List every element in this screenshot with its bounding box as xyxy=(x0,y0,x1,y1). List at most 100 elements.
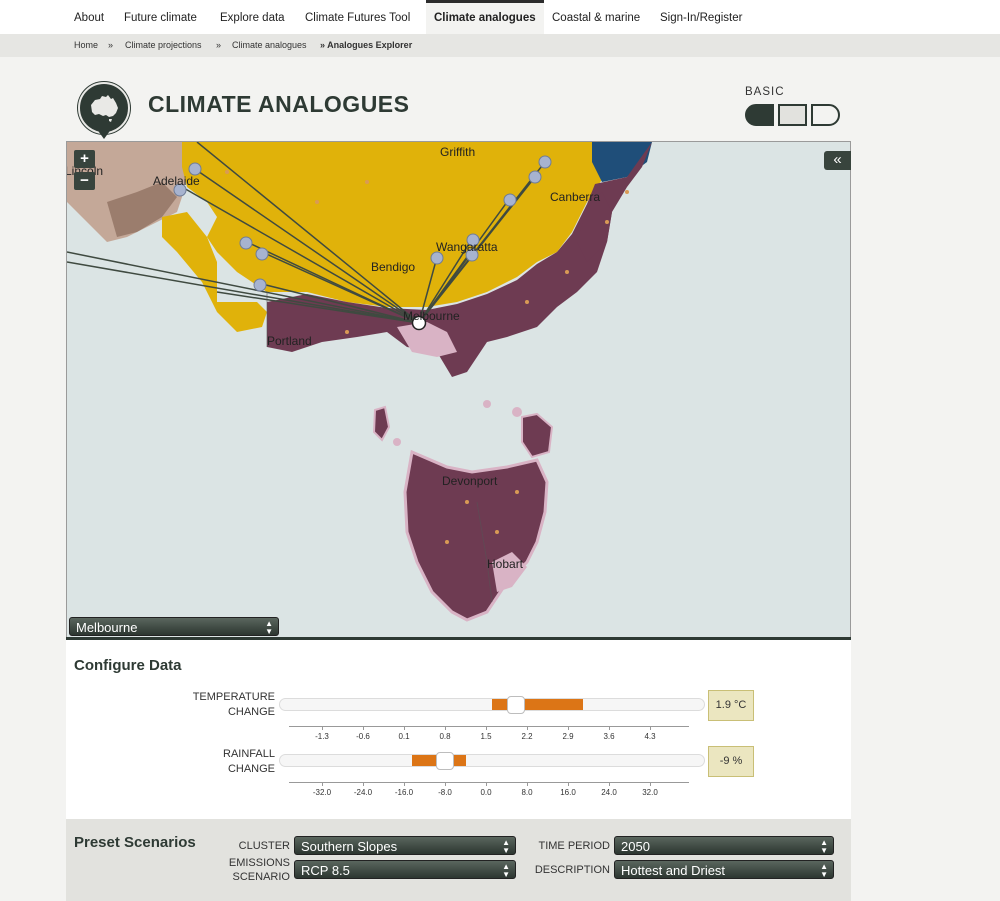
description-label: DESCRIPTION xyxy=(534,864,610,876)
nav-coastal-marine[interactable]: Coastal & marine xyxy=(552,0,640,34)
rainfall-tick-mark xyxy=(650,782,651,786)
nav-climate-analogues[interactable]: Climate analogues xyxy=(426,0,544,34)
rainfall-value-box: -9 % xyxy=(708,746,754,777)
select-arrows-icon: ▲ ▼ xyxy=(265,619,273,636)
collapse-panel-button[interactable]: « xyxy=(824,151,851,170)
cluster-label: CLUSTER xyxy=(238,840,290,852)
zoom-in-button[interactable]: + xyxy=(74,150,95,168)
temperature-change-label: TEMPERATURE CHANGE xyxy=(180,690,275,720)
rainfall-tick-mark xyxy=(322,782,323,786)
cluster-select-value: Southern Slopes xyxy=(301,839,398,854)
emissions-label-line1: EMISSIONS xyxy=(228,857,290,869)
breadcrumb-home[interactable]: Home xyxy=(74,34,98,57)
breadcrumb-separator: » xyxy=(108,40,114,50)
nav-explore-data[interactable]: Explore data xyxy=(220,0,285,34)
temperature-tick-label: 2.2 xyxy=(521,732,533,741)
top-navigation: About Future climate Explore data Climat… xyxy=(0,0,1000,34)
temperature-tick-mark xyxy=(486,726,487,730)
rainfall-tick-label: 16.0 xyxy=(560,788,576,797)
mode-advanced-button[interactable] xyxy=(811,104,840,126)
location-select[interactable]: Melbourne ▲ ▼ xyxy=(69,617,279,636)
emissions-scenario-label: EMISSIONS SCENARIO xyxy=(200,856,290,884)
rainfall-tick-axis xyxy=(289,782,689,783)
rainfall-tick-mark xyxy=(568,782,569,786)
emissions-select-value: RCP 8.5 xyxy=(301,863,350,878)
logo-pin-tip xyxy=(96,128,112,139)
temperature-tick-label: 2.9 xyxy=(562,732,574,741)
description-select[interactable]: Hottest and Driest ▲ ▼ xyxy=(614,860,834,879)
zoom-out-button[interactable]: − xyxy=(74,172,95,190)
temperature-tick-mark xyxy=(527,726,528,730)
australia-logo-icon xyxy=(78,82,130,134)
temperature-tick-mark xyxy=(609,726,610,730)
breadcrumb-separator: » xyxy=(216,40,222,50)
time-period-select-value: 2050 xyxy=(621,839,650,854)
rainfall-label-line2: CHANGE xyxy=(227,763,275,775)
rainfall-tick-mark xyxy=(445,782,446,786)
place-label-melbourne: Melbourne xyxy=(403,309,460,323)
location-select-value: Melbourne xyxy=(76,620,138,635)
temperature-tick-label: 4.3 xyxy=(644,732,656,741)
rainfall-tick-mark xyxy=(363,782,364,786)
rainfall-tick-label: 32.0 xyxy=(642,788,658,797)
rainfall-tick-label: -16.0 xyxy=(394,788,414,797)
place-label-canberra: Canberra xyxy=(550,190,601,204)
rainfall-tick-mark xyxy=(527,782,528,786)
breadcrumb: Home » Climate projections » Climate ana… xyxy=(0,34,1000,57)
rainfall-tick-label: 8.0 xyxy=(521,788,533,797)
nav-sign-in-register[interactable]: Sign-In/Register xyxy=(660,0,742,34)
cluster-select[interactable]: Southern Slopes ▲ ▼ xyxy=(294,836,516,855)
mode-basic-button[interactable] xyxy=(745,104,774,126)
configure-data-title: Configure Data xyxy=(74,657,182,674)
temperature-value-box: 1.9 °C xyxy=(708,690,754,721)
rainfall-tick-label: -24.0 xyxy=(353,788,373,797)
nav-climate-futures-tool[interactable]: Climate Futures Tool xyxy=(305,0,410,34)
rainfall-tick-label: 24.0 xyxy=(601,788,617,797)
temperature-tick-label: 0.1 xyxy=(398,732,410,741)
temperature-tick-label: 3.6 xyxy=(603,732,615,741)
mode-intermediate-button[interactable] xyxy=(778,104,807,126)
temperature-label-line1: TEMPERATURE xyxy=(192,691,275,703)
temperature-tick-label: -0.6 xyxy=(356,732,370,741)
temperature-tick-mark xyxy=(650,726,651,730)
place-label-devonport: Devonport xyxy=(442,474,498,488)
temperature-tick-mark xyxy=(363,726,364,730)
description-select-value: Hottest and Driest xyxy=(621,863,726,878)
analogue-map[interactable]: Griffith Adelaide Canberra Wangaratta Be… xyxy=(66,141,851,638)
temperature-tick-mark xyxy=(404,726,405,730)
emissions-label-line2: SCENARIO xyxy=(232,871,290,883)
rainfall-tick-mark xyxy=(486,782,487,786)
page-title: CLIMATE ANALOGUES xyxy=(148,91,410,117)
breadcrumb-climate-projections[interactable]: Climate projections xyxy=(125,34,202,57)
place-label-wangaratta: Wangaratta xyxy=(436,240,498,254)
temperature-tick-label: 1.5 xyxy=(480,732,492,741)
rainfall-tick-mark xyxy=(609,782,610,786)
breadcrumb-climate-analogues[interactable]: Climate analogues xyxy=(232,34,307,57)
place-label-bendigo: Bendigo xyxy=(371,260,416,274)
temperature-slider-handle[interactable] xyxy=(507,696,525,714)
time-period-label: TIME PERIOD xyxy=(538,840,610,852)
preset-scenarios-title: Preset Scenarios xyxy=(74,834,196,851)
temperature-tick-axis xyxy=(289,726,689,727)
nav-future-climate[interactable]: Future climate xyxy=(124,0,197,34)
select-arrows-icon: ▲ ▼ xyxy=(502,862,510,879)
temperature-tick-label: 0.8 xyxy=(439,732,451,741)
place-label-griffith: Griffith xyxy=(440,145,476,159)
rainfall-tick-mark xyxy=(404,782,405,786)
nav-about[interactable]: About xyxy=(74,0,104,34)
rainfall-slider-track[interactable] xyxy=(279,754,705,767)
emissions-scenario-select[interactable]: RCP 8.5 ▲ ▼ xyxy=(294,860,516,879)
rainfall-tick-label: -32.0 xyxy=(312,788,332,797)
select-arrows-icon: ▲ ▼ xyxy=(502,838,510,855)
time-period-select[interactable]: 2050 ▲ ▼ xyxy=(614,836,834,855)
temperature-range-fill xyxy=(492,699,583,710)
select-arrows-icon: ▲ ▼ xyxy=(820,862,828,879)
temperature-tick-mark xyxy=(322,726,323,730)
rainfall-label-line1: RAINFALL xyxy=(223,748,275,760)
temperature-tick-mark xyxy=(445,726,446,730)
breadcrumb-current: » Analogues Explorer xyxy=(320,40,413,50)
select-arrows-icon: ▲ ▼ xyxy=(820,838,828,855)
rainfall-change-label: RAINFALL CHANGE xyxy=(180,747,275,777)
rainfall-slider-handle[interactable] xyxy=(436,752,454,770)
mode-label: BASIC xyxy=(745,86,785,98)
